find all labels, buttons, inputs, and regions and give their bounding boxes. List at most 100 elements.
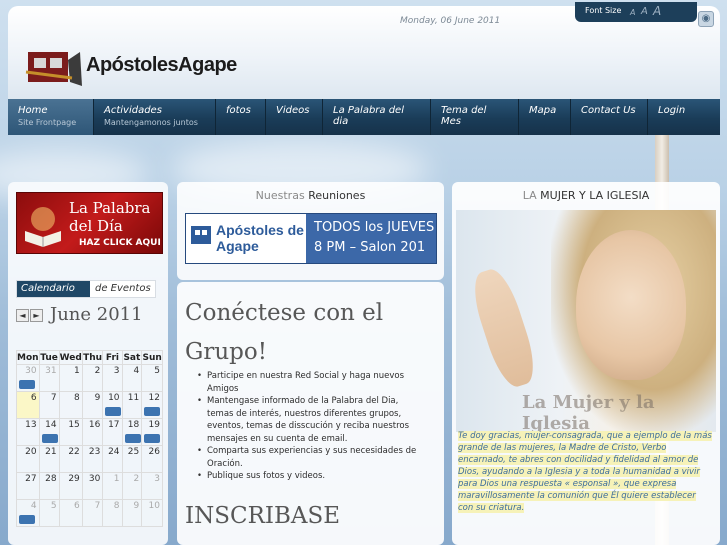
calendar-day[interactable]: 18 — [121, 418, 143, 446]
calendar-day[interactable]: 31 — [38, 364, 60, 392]
nav-item-actividades[interactable]: Actividades Mantengamonos juntos — [94, 99, 216, 135]
nav-label: fotos — [226, 105, 251, 116]
reuniones-logo-text: Apóstoles de Agape — [216, 222, 304, 254]
title-light: Nuestras — [255, 189, 305, 202]
calendar-day[interactable]: 7 — [38, 391, 60, 419]
logo-text: ApóstolesAgape — [86, 54, 237, 76]
calendar-prev-button[interactable]: ◄ — [16, 309, 29, 322]
calendar-day[interactable]: 24 — [102, 445, 123, 473]
list-item: Mantengase informado de la Palabra del D… — [197, 395, 425, 445]
reuniones-banner[interactable]: Apóstoles de Agape TODOS los JUEVES 8 PM… — [185, 213, 437, 264]
image-hands — [466, 264, 542, 392]
calendar-day[interactable]: 2 — [81, 364, 104, 392]
nav-label: Login — [658, 105, 686, 116]
calendar-day[interactable]: 15 — [58, 418, 83, 446]
calendar-day[interactable]: 12 — [141, 391, 163, 419]
calendar-day[interactable]: 16 — [81, 418, 104, 446]
conectese-title: Conéctese con el Grupo! — [185, 300, 384, 365]
nav-item-tema-del-mes[interactable]: Tema del Mes — [431, 99, 519, 135]
calendar-week: 20 21 22 23 24 25 26 — [16, 445, 163, 473]
calendar-week: 6 7 8 9 10 11 12 — [16, 391, 163, 419]
palabra-del-dia-banner[interactable]: La Palabra del Día HAZ CLICK AQUI — [16, 192, 163, 254]
nav-item-videos[interactable]: Videos — [266, 99, 323, 135]
title-dark: Reuniones — [308, 189, 366, 202]
calendar-day-header: Fri — [102, 350, 123, 365]
calendar-day[interactable]: 29 — [58, 472, 83, 500]
calendar-event-marker[interactable] — [19, 380, 35, 389]
font-size-medium[interactable]: A — [641, 6, 648, 17]
nav-label: Contact Us — [581, 105, 636, 116]
calendar-day[interactable]: 20 — [16, 445, 40, 473]
calendar-week: 4 5 6 7 8 9 10 — [16, 499, 163, 527]
calendar-week: 13 14 15 16 17 18 19 — [16, 418, 163, 446]
calendar-day[interactable]: 25 — [121, 445, 143, 473]
nav-label: Home — [18, 105, 48, 116]
mujer-title: LA MUJER Y LA IGLESIA — [452, 189, 720, 202]
calendar-day[interactable]: 11 — [121, 391, 143, 419]
calendar-event-marker[interactable] — [105, 407, 122, 416]
calendar-day[interactable]: 10 — [141, 499, 163, 527]
conectese-panel: Conéctese con el Grupo! Participe en nue… — [177, 282, 444, 545]
calendar-day[interactable]: 6 — [16, 391, 40, 419]
calendar-day[interactable]: 1 — [58, 364, 83, 392]
nav-item-palabra-del-dia[interactable]: La Palabra del dia — [323, 99, 431, 135]
left-sidebar: La Palabra del Día HAZ CLICK AQUI Calend… — [8, 182, 168, 545]
calendar-day[interactable]: 21 — [38, 445, 60, 473]
calendar-day[interactable]: 13 — [16, 418, 40, 446]
calendar-day[interactable]: 22 — [58, 445, 83, 473]
calendar-day[interactable]: 17 — [102, 418, 123, 446]
nav-item-fotos[interactable]: fotos — [216, 99, 266, 135]
rss-icon[interactable]: ◉ — [698, 11, 714, 27]
calendar-day[interactable]: 6 — [58, 499, 83, 527]
calendar-day[interactable]: 5 — [141, 364, 163, 392]
calendar-day[interactable]: 9 — [121, 499, 143, 527]
mujer-image[interactable]: La Mujer y la Iglesia — [456, 210, 716, 432]
font-size-small[interactable]: A — [630, 8, 635, 17]
title-dark: MUJER Y LA IGLESIA — [540, 189, 650, 202]
calendar-day[interactable]: 4 — [121, 364, 143, 392]
calendar-event-marker[interactable] — [19, 515, 35, 524]
calendar-event-marker[interactable] — [124, 434, 141, 443]
calendar-next-button[interactable]: ► — [30, 309, 43, 322]
calendar-week: 27 28 29 30 1 2 3 — [16, 472, 163, 500]
nav-item-home[interactable]: Home Site Frontpage — [8, 99, 94, 135]
conectese-list: Participe en nuestra Red Social y haga n… — [197, 370, 425, 483]
mujer-iglesia-panel: LA MUJER Y LA IGLESIA La Mujer y la Igle… — [452, 182, 720, 545]
calendar-day[interactable]: 27 — [16, 472, 40, 500]
calendar-day[interactable]: 19 — [141, 418, 163, 446]
nav-item-contact-us[interactable]: Contact Us — [571, 99, 648, 135]
calendar-day-header: Tue — [38, 350, 60, 365]
calendar-day[interactable]: 4 — [16, 499, 40, 527]
calendar-month: June 2011 — [50, 304, 143, 325]
calendar-day[interactable]: 28 — [38, 472, 60, 500]
calendar-event-marker[interactable] — [144, 434, 161, 443]
calendar-day[interactable]: 7 — [81, 499, 104, 527]
calendar-day[interactable]: 30 — [81, 472, 104, 500]
calendar-day[interactable]: 26 — [141, 445, 163, 473]
calendar-grid: Mon Tue Wed Thu Fri Sat Sun 30 31 1 2 3 4 5 6 7 8… — [16, 350, 163, 527]
nav-label: Videos — [276, 105, 310, 116]
calendar-day[interactable]: 8 — [102, 499, 123, 527]
calendar-event-marker[interactable] — [41, 434, 58, 443]
calendar-day[interactable]: 9 — [81, 391, 104, 419]
list-item: Comparta sus experiencias y sus necesida… — [197, 445, 425, 470]
site-logo[interactable]: ApóstolesAgape — [24, 42, 246, 98]
calendar-day[interactable]: 14 — [38, 418, 60, 446]
calendar-day[interactable]: 1 — [102, 472, 123, 500]
calendar-day[interactable]: 5 — [38, 499, 60, 527]
calendar-day-header: Sun — [141, 350, 163, 365]
calendar-day[interactable]: 3 — [141, 472, 163, 500]
banner-cta: HAZ CLICK AQUI — [79, 238, 161, 248]
calendar-day[interactable]: 30 — [16, 364, 40, 392]
calendar-event-marker[interactable] — [144, 407, 161, 416]
calendar-day[interactable]: 3 — [102, 364, 123, 392]
calendar-day[interactable]: 23 — [81, 445, 104, 473]
nav-item-mapa[interactable]: Mapa — [519, 99, 571, 135]
font-size-large[interactable]: A — [653, 4, 661, 18]
image-face — [576, 230, 686, 380]
bible-icon — [25, 207, 61, 247]
calendar-day[interactable]: 2 — [121, 472, 143, 500]
calendar-day[interactable]: 8 — [58, 391, 83, 419]
calendar-day[interactable]: 10 — [102, 391, 123, 419]
nav-item-login[interactable]: Login — [648, 99, 720, 135]
